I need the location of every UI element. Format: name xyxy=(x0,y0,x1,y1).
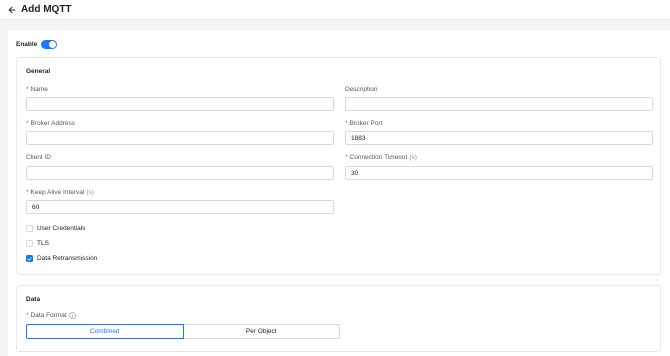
data-title: Data xyxy=(26,296,41,303)
broker-address-input[interactable] xyxy=(26,131,334,145)
connection-timeout-input[interactable]: 30 xyxy=(345,166,653,180)
page-title: Add MQTT xyxy=(21,4,72,15)
required-mark: * xyxy=(26,86,29,93)
user-credentials-checkbox-row[interactable]: User Credentials xyxy=(26,225,85,232)
combined-option[interactable]: Combined xyxy=(26,324,184,339)
general-title: General xyxy=(26,68,51,75)
tls-label: TLS xyxy=(37,240,49,247)
name-label: * Name xyxy=(26,86,48,93)
broker-address-label: * Broker Address xyxy=(26,120,75,127)
toggle-knob xyxy=(49,41,57,48)
checkmark-icon xyxy=(27,256,32,261)
data-retransmission-checkbox-row[interactable]: Data Retransmission xyxy=(26,255,97,262)
client-id-input[interactable] xyxy=(26,166,334,180)
description-label: Description xyxy=(345,86,378,93)
connection-timeout-label: * Connection Timeout (s) xyxy=(345,154,417,161)
data-format-segmented: Combined Per Object xyxy=(26,324,340,339)
enable-row: Enable xyxy=(16,40,58,49)
user-credentials-label: User Credentials xyxy=(37,225,86,232)
data-format-label: * Data Format xyxy=(26,312,76,319)
data-retransmission-checkbox[interactable] xyxy=(26,255,33,262)
broker-port-label: * Broker Port xyxy=(345,120,383,127)
general-section: General * Name Description * Broker Addres… xyxy=(16,57,661,275)
per-object-option[interactable]: Per Object xyxy=(183,324,340,339)
page-header: Add MQTT xyxy=(0,0,670,20)
description-input[interactable] xyxy=(345,97,653,111)
info-icon xyxy=(68,312,76,319)
unit-label: (s) xyxy=(86,189,94,196)
form-container: Enable General * Name Description * Broker… xyxy=(8,30,670,356)
data-retransmission-label: Data Retransmission xyxy=(37,255,98,262)
required-mark: * xyxy=(345,154,348,161)
name-input[interactable] xyxy=(26,97,334,111)
required-mark: * xyxy=(345,120,348,127)
enable-label: Enable xyxy=(16,41,38,48)
required-mark: * xyxy=(26,189,29,196)
broker-port-input[interactable]: 1883 xyxy=(345,131,653,145)
arrow-left-icon[interactable] xyxy=(8,6,16,14)
enable-toggle[interactable] xyxy=(41,40,58,49)
user-credentials-checkbox[interactable] xyxy=(26,225,33,232)
tls-checkbox[interactable] xyxy=(26,240,33,247)
required-mark: * xyxy=(26,120,29,127)
keep-alive-label: * Keep Alive Interval (s) xyxy=(26,189,94,196)
required-mark: * xyxy=(26,312,29,319)
keep-alive-input[interactable]: 60 xyxy=(26,200,334,214)
data-section: Data * Data Format Combined Per Object xyxy=(16,285,661,352)
client-id-label: Client ID xyxy=(26,154,51,161)
unit-label: (s) xyxy=(409,154,417,161)
tls-checkbox-row[interactable]: TLS xyxy=(26,240,49,247)
